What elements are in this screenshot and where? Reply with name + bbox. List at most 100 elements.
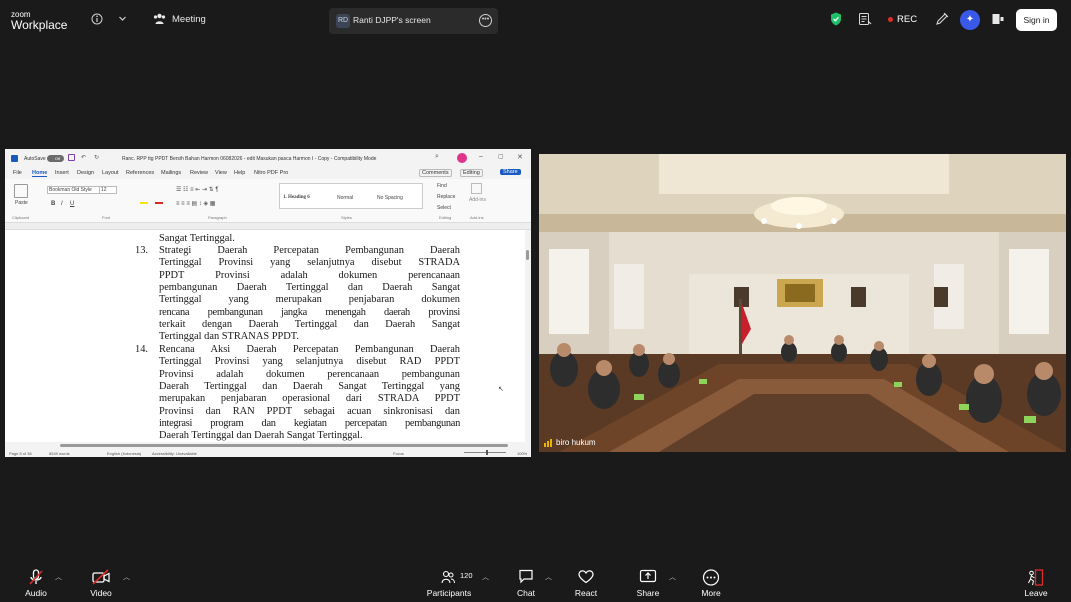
share-screen-button[interactable]: Share xyxy=(628,560,668,602)
save-icon[interactable] xyxy=(68,154,75,161)
shared-screen-word-window[interactable]: AutoSave Off ↶ ↻ Ranc. RPP ttg PPDT Bers… xyxy=(5,149,531,457)
editing-mode-button[interactable]: Editing xyxy=(460,169,483,177)
info-icon[interactable] xyxy=(91,13,103,25)
meeting-label[interactable]: Meeting xyxy=(172,14,206,25)
tab-review[interactable]: Review xyxy=(190,170,208,176)
select-button[interactable]: Select xyxy=(437,205,451,211)
participants-count: 120 xyxy=(460,571,473,580)
doc-line: Rencana Aksi Daerah Percepatan Pembangun… xyxy=(159,344,460,355)
minimize-icon[interactable]: – xyxy=(479,153,483,160)
font-color-icon[interactable] xyxy=(155,202,163,204)
tab-home[interactable]: Home xyxy=(32,170,48,177)
style-heading6[interactable]: 1. Heading 6 xyxy=(283,195,310,200)
style-normal[interactable]: Normal xyxy=(337,195,353,201)
leave-button[interactable]: Leave xyxy=(1016,560,1056,602)
screen-share-indicator[interactable]: RD Ranti DJPP's screen ••• xyxy=(329,8,498,34)
horizontal-scrollbar[interactable] xyxy=(5,442,531,449)
addins-button[interactable]: Add-ins xyxy=(469,197,486,203)
word-count[interactable]: 8549 words xyxy=(49,451,70,456)
italic-button[interactable]: I xyxy=(61,201,63,207)
tab-insert[interactable]: Insert xyxy=(55,170,69,176)
search-icon[interactable]: ⌕ xyxy=(435,153,439,161)
close-icon[interactable]: ✕ xyxy=(517,153,523,161)
underline-button[interactable]: U xyxy=(70,201,74,207)
recording-label[interactable]: REC xyxy=(897,14,917,25)
highlight-color-icon[interactable] xyxy=(140,202,148,204)
ai-companion-icon[interactable]: ✦ xyxy=(960,10,980,30)
autosave-state: Off xyxy=(55,156,61,161)
participants-button[interactable]: 120 Participants xyxy=(424,560,474,602)
list-number: 13. xyxy=(135,245,148,256)
chevron-down-icon[interactable] xyxy=(118,14,127,23)
view-layout-icon[interactable] xyxy=(991,12,1005,26)
paste-label[interactable]: Paste xyxy=(15,200,28,206)
more-button[interactable]: More xyxy=(691,560,731,602)
participants-label: Participants xyxy=(426,588,472,598)
notes-icon[interactable] xyxy=(858,12,872,26)
document-page[interactable]: Sangat Tertinggal. 13. Strategi Daerah P… xyxy=(5,230,525,442)
scrollbar-thumb[interactable] xyxy=(526,250,529,260)
chat-button[interactable]: Chat xyxy=(506,560,546,602)
doc-line: Sangat Tertinggal. xyxy=(159,233,235,244)
shield-check-icon[interactable] xyxy=(830,12,842,26)
microphone-muted-icon xyxy=(29,569,43,585)
participants-options-caret-icon[interactable]: ︿ xyxy=(482,572,489,582)
share-button[interactable]: Share xyxy=(500,169,521,175)
tab-view[interactable]: View xyxy=(215,170,227,176)
user-avatar[interactable] xyxy=(457,153,467,163)
audio-button[interactable]: Audio xyxy=(16,560,56,602)
tab-references[interactable]: References xyxy=(126,170,154,176)
doc-line: Strategi Daerah Percepatan Pembangunan D… xyxy=(159,245,460,256)
leave-door-icon xyxy=(1028,569,1044,586)
meeting-people-icon[interactable] xyxy=(153,13,166,25)
redo-icon[interactable]: ↻ xyxy=(94,154,99,161)
leave-label: Leave xyxy=(1024,588,1048,598)
page-count[interactable]: Page 5 of 36 xyxy=(9,451,32,456)
maximize-icon[interactable]: ▢ xyxy=(498,153,504,160)
undo-icon[interactable]: ↶ xyxy=(81,154,86,161)
tab-help[interactable]: Help xyxy=(234,170,245,176)
style-no-spacing[interactable]: No Spacing xyxy=(377,195,403,201)
sign-in-button[interactable]: Sign in xyxy=(1016,9,1057,31)
doc-line: Provinsi dan RAN PPDT sebagai acuan sink… xyxy=(159,405,460,417)
more-options-icon[interactable]: ••• xyxy=(479,14,492,27)
replace-button[interactable]: Replace xyxy=(437,194,455,200)
audio-options-caret-icon[interactable]: ︿ xyxy=(55,572,62,582)
participant-video[interactable] xyxy=(539,154,1066,452)
zoom-slider-thumb[interactable] xyxy=(486,450,488,455)
react-button[interactable]: React xyxy=(566,560,606,602)
addins-icon[interactable] xyxy=(471,183,482,194)
accessibility-status[interactable]: Accessibility: Unavailable xyxy=(152,451,197,456)
zoom-level[interactable]: 100% xyxy=(517,451,527,456)
video-label: Video xyxy=(90,588,112,598)
video-options-caret-icon[interactable]: ︿ xyxy=(123,572,130,582)
document-title: Ranc. RPP ttg PPDT Bersih Bahan Harmon 0… xyxy=(122,156,377,162)
language-status[interactable]: English (Indonesia) xyxy=(107,451,141,456)
doc-line: Tertinggal Provinsi yang selanjutnya dis… xyxy=(159,356,460,368)
annotate-pen-icon[interactable] xyxy=(935,12,949,26)
tab-mailings[interactable]: Mailings xyxy=(161,170,181,176)
zoom-slider[interactable] xyxy=(464,452,506,453)
doc-line: Daerah Tertinggal dan Daerah Sangat Tert… xyxy=(159,430,363,442)
bold-button[interactable]: B xyxy=(51,201,55,207)
doc-line: Provinsi adalah dokumen perencanaan pemb… xyxy=(159,368,460,380)
doc-line: Tertinggal yang merupakan penjabaran dok… xyxy=(159,294,460,306)
horizontal-ruler[interactable] xyxy=(5,223,531,230)
paste-icon[interactable] xyxy=(14,184,28,198)
chat-options-caret-icon[interactable]: ︿ xyxy=(545,572,552,582)
find-button[interactable]: Find xyxy=(437,183,447,189)
share-screen-icon xyxy=(639,569,657,583)
tab-file[interactable]: File xyxy=(13,170,22,176)
comments-button[interactable]: Comments xyxy=(419,169,452,177)
vertical-scrollbar[interactable] xyxy=(525,230,531,442)
share-options-caret-icon[interactable]: ︿ xyxy=(669,572,676,582)
focus-button[interactable]: Focus xyxy=(393,451,404,456)
group-addins: Add-ins xyxy=(470,215,484,220)
font-size-select[interactable]: 12 xyxy=(99,186,117,194)
word-menu-tabs: File Home Insert Design Layout Reference… xyxy=(5,168,531,179)
tab-design[interactable]: Design xyxy=(77,170,94,176)
tab-nitro-pdf[interactable]: Nitro PDF Pro xyxy=(254,170,288,176)
tab-layout[interactable]: Layout xyxy=(102,170,119,176)
scrollbar-thumb[interactable] xyxy=(60,444,508,447)
video-button[interactable]: Video xyxy=(81,560,121,602)
